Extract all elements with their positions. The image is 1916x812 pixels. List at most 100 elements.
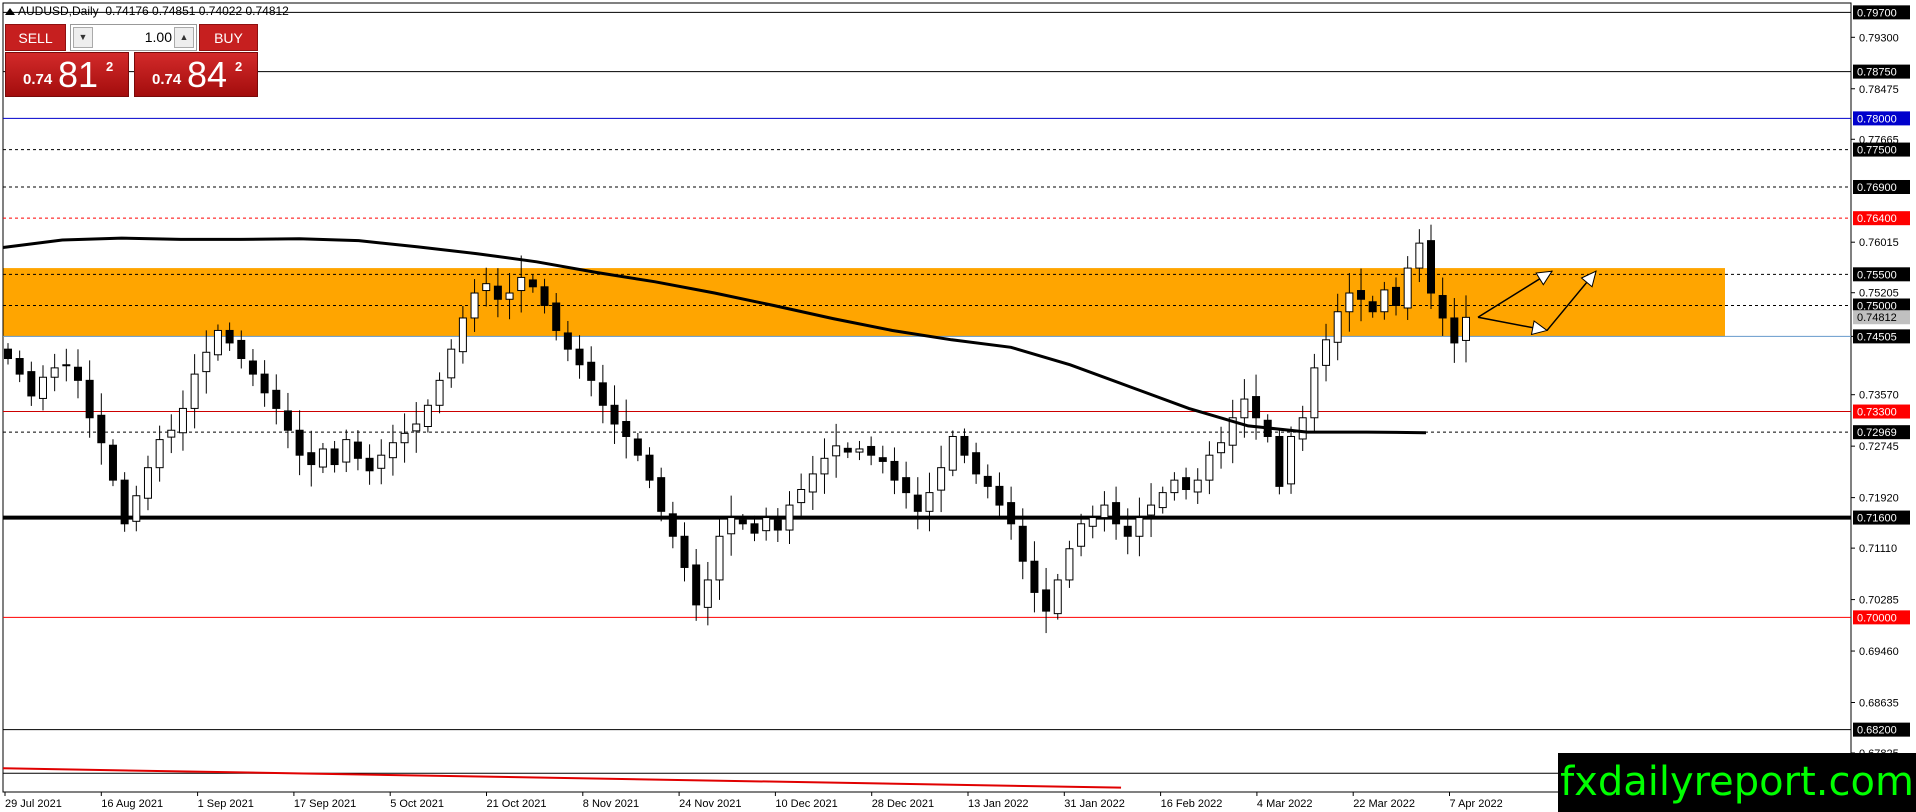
candle-body [610, 404, 619, 425]
candle-body [50, 367, 59, 378]
candle-body [1065, 548, 1074, 581]
x-tick-label: 29 Jul 2021 [5, 798, 62, 810]
candle-body [867, 445, 876, 456]
candle-body [1392, 286, 1401, 307]
candle-body [1287, 435, 1296, 485]
candle-body [1088, 517, 1097, 527]
sell-price-display[interactable]: 0.74 81 2 [5, 52, 129, 97]
y-tick-label: 0.69460 [1859, 646, 1899, 658]
candle-body [680, 535, 689, 568]
candle-body [1042, 589, 1051, 612]
current-price-label: 0.74812 [1857, 312, 1897, 324]
price-chart[interactable]: 0.793000.784750.776650.760150.752050.745… [0, 0, 1916, 812]
candle-body [423, 404, 432, 428]
level-label: 0.76900 [1857, 182, 1897, 194]
candle-body [4, 348, 12, 360]
level-label: 0.77500 [1857, 145, 1897, 157]
candle-body [120, 479, 129, 525]
candle-body [1322, 339, 1331, 366]
lot-size-value[interactable]: 1.00 [95, 25, 172, 50]
candle-body [1170, 479, 1179, 494]
candle-body [1217, 442, 1226, 454]
candle-body [458, 317, 467, 353]
candle-body [1077, 523, 1086, 547]
y-tick-label: 0.70285 [1859, 595, 1899, 607]
candle-body [307, 452, 316, 466]
symbol-ohlc-line: AUDUSD,Daily 0.74176 0.74851 0.74022 0.7… [18, 4, 289, 18]
x-tick-label: 7 Apr 2022 [1450, 798, 1503, 810]
candle-body [575, 348, 584, 366]
level-label: 0.75500 [1857, 269, 1897, 281]
candle-body [143, 467, 152, 499]
candle-body [762, 517, 771, 532]
candle-body [1205, 454, 1214, 481]
candle-body [435, 379, 444, 406]
candle-body [937, 467, 946, 491]
level-label: 0.76400 [1857, 213, 1897, 225]
candle-body [38, 376, 47, 399]
candle-body [925, 492, 934, 512]
candle-body [213, 329, 222, 356]
candle-body [1193, 479, 1202, 493]
x-tick-label: 4 Mar 2022 [1257, 798, 1313, 810]
y-tick-label: 0.72745 [1859, 441, 1899, 453]
lot-increase-icon[interactable]: ▲ [174, 27, 194, 48]
candle-body [493, 285, 502, 300]
candle-body [1112, 502, 1121, 525]
candle-body [902, 477, 911, 494]
candle-body [132, 495, 141, 522]
candle-body [27, 371, 36, 397]
candle-body [97, 414, 106, 444]
candle-body [1427, 240, 1436, 294]
candle-body [808, 473, 817, 493]
candle-body [832, 445, 841, 457]
candle-body [342, 439, 351, 463]
buy-price-display[interactable]: 0.74 84 2 [134, 52, 258, 97]
candle-body [948, 435, 957, 471]
candle-body [785, 504, 794, 531]
candle-body [1403, 267, 1412, 309]
lot-decrease-icon[interactable]: ▼ [73, 27, 93, 48]
level-label: 0.78000 [1857, 113, 1897, 125]
candle-body [1007, 502, 1016, 525]
y-tick-label: 0.71920 [1859, 493, 1899, 505]
sell-price-fraction: 2 [106, 59, 114, 74]
candle-body [447, 348, 456, 379]
candle-body [1310, 367, 1319, 419]
x-tick-label: 17 Sep 2021 [294, 798, 356, 810]
buy-button[interactable]: BUY [199, 24, 258, 51]
candle-body [505, 292, 514, 300]
candle-body [645, 454, 654, 481]
candle-body [353, 441, 362, 459]
lot-size-field[interactable]: ▼ 1.00 ▲ [70, 24, 197, 51]
candle-body [470, 292, 479, 319]
x-tick-label: 31 Jan 2022 [1064, 798, 1125, 810]
y-tick-label: 0.78475 [1859, 84, 1899, 96]
candle-body [1415, 242, 1424, 269]
candle-body [528, 279, 537, 288]
candle-body [773, 519, 782, 531]
candle-body [1450, 317, 1459, 344]
candle-body [73, 366, 82, 381]
buy-price-pips: 84 [187, 54, 228, 95]
candle-body [272, 389, 281, 409]
sell-button[interactable]: SELL [5, 24, 66, 51]
candle-body [633, 438, 642, 456]
candle-body [318, 448, 327, 468]
candle-body [225, 329, 234, 344]
candle-body [738, 519, 747, 525]
candle-body [960, 435, 969, 456]
x-tick-label: 13 Jan 2022 [968, 798, 1029, 810]
candle-body [167, 429, 176, 438]
candle-body [62, 364, 71, 367]
candle-body [797, 488, 806, 504]
chart-menu-icon[interactable] [5, 8, 15, 15]
y-tick-label: 0.73570 [1859, 390, 1899, 402]
y-tick-label: 0.68635 [1859, 697, 1899, 709]
trend-line [2, 767, 1122, 789]
candle-body [622, 421, 631, 437]
candle-body [1357, 290, 1366, 300]
y-tick-label: 0.71110 [1859, 543, 1897, 555]
candle-body [727, 517, 736, 535]
candle-body [843, 447, 852, 453]
